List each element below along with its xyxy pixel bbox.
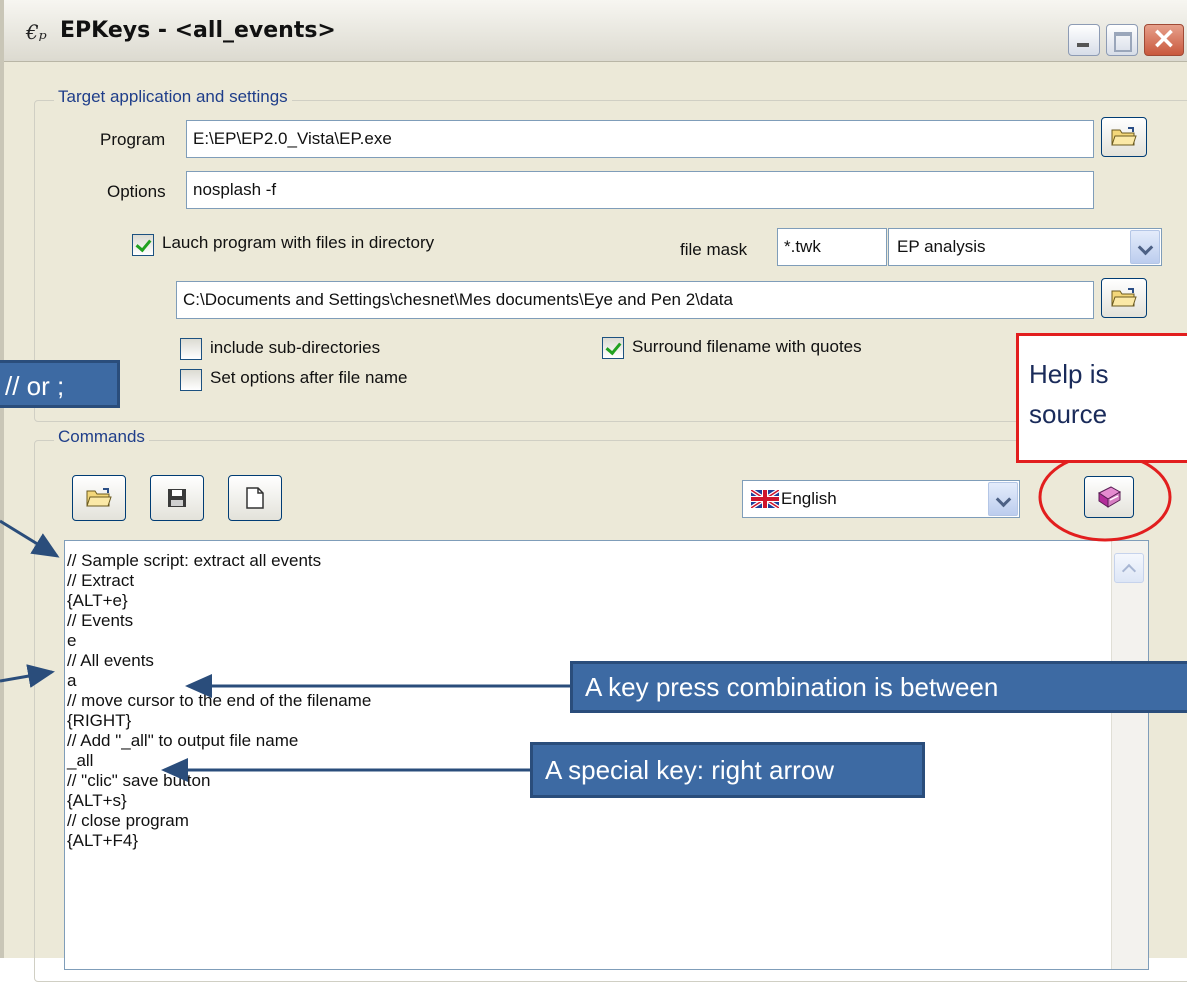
key-combination-callout: A key press combination is between	[570, 661, 1187, 713]
floppy-disk-icon	[168, 489, 186, 507]
scroll-up-button[interactable]	[1114, 553, 1144, 583]
set-options-after-filename-checkbox[interactable]	[180, 369, 202, 391]
script-line: // move cursor to the end of the filenam…	[67, 691, 372, 710]
script-line: // "clic" save button	[67, 771, 211, 790]
close-icon: ×	[1151, 21, 1177, 56]
script-line: {RIGHT}	[67, 711, 132, 730]
include-subdirectories-label: include sub-directories	[210, 338, 381, 357]
comment-marker-callout: // or ;	[0, 360, 120, 408]
include-subdirectories-checkbox[interactable]	[180, 338, 202, 360]
epkeys-window: €ₚ EPKeys - <all_events> × Target applic…	[0, 0, 1187, 982]
program-label: Program	[100, 130, 166, 149]
file-type-value: EP analysis	[897, 237, 986, 256]
commands-legend: Commands	[54, 427, 149, 447]
language-value: English	[781, 489, 837, 508]
window-title: EPKeys - <all_events>	[60, 18, 336, 43]
help-callout-line1: Help is	[1029, 359, 1109, 389]
launch-with-files-checkbox[interactable]	[132, 234, 154, 256]
script-line: a	[67, 671, 77, 690]
script-line: // close program	[67, 811, 189, 830]
file-type-select[interactable]: EP analysis	[888, 228, 1162, 266]
help-book-icon	[1098, 486, 1122, 508]
new-document-icon	[246, 487, 264, 509]
open-folder-icon	[86, 488, 112, 507]
new-script-button[interactable]	[228, 475, 282, 521]
title-bar[interactable]: €ₚ EPKeys - <all_events> ×	[4, 0, 1187, 62]
script-line: // Events	[67, 611, 134, 630]
editor-scrollbar[interactable]	[1111, 541, 1148, 969]
script-line: // Sample script: extract all events	[67, 551, 322, 570]
minimize-button[interactable]	[1068, 24, 1100, 56]
help-callout-line2: source	[1029, 399, 1108, 429]
app-icon: €ₚ	[26, 20, 47, 44]
browse-directory-button[interactable]	[1101, 278, 1147, 318]
key-combination-text: A key press combination is between	[585, 672, 999, 702]
open-folder-icon	[1111, 288, 1137, 307]
close-button[interactable]: ×	[1144, 24, 1184, 56]
open-folder-icon	[1111, 127, 1137, 146]
script-line: // Add "_all" to output file name	[67, 731, 299, 750]
file-mask-field[interactable]: *.twk	[777, 228, 887, 266]
save-script-button[interactable]	[150, 475, 204, 521]
script-line: // All events	[67, 651, 154, 670]
options-label: Options	[107, 182, 166, 201]
help-button[interactable]	[1084, 476, 1134, 518]
target-settings-legend: Target application and settings	[54, 87, 292, 107]
set-options-after-filename-label: Set options after file name	[210, 368, 408, 387]
surround-quotes-label: Surround filename with quotes	[632, 337, 862, 356]
script-lines: // Sample script: extract all events// E…	[67, 551, 371, 851]
script-line: _all	[67, 751, 94, 770]
special-key-callout: A special key: right arrow	[530, 742, 925, 798]
script-line: e	[67, 631, 77, 650]
script-line: {ALT+s}	[67, 791, 127, 810]
help-callout: Help is source	[1016, 333, 1187, 463]
directory-field[interactable]: C:\Documents and Settings\chesnet\Mes do…	[176, 281, 1094, 319]
script-line: {ALT+e}	[67, 591, 128, 610]
file-mask-label: file mask	[680, 240, 748, 259]
uk-flag-icon	[751, 490, 779, 508]
script-line: // Extract	[67, 571, 135, 590]
maximize-button[interactable]	[1106, 24, 1138, 56]
browse-program-button[interactable]	[1101, 117, 1147, 157]
options-field[interactable]: nosplash -f	[186, 171, 1094, 209]
open-script-button[interactable]	[72, 475, 126, 521]
script-line: {ALT+F4}	[67, 831, 139, 850]
chevron-down-icon[interactable]	[1130, 230, 1160, 264]
chevron-down-icon[interactable]	[988, 482, 1018, 516]
launch-with-files-label: Lauch program with files in directory	[162, 233, 435, 252]
special-key-text: A special key: right arrow	[545, 755, 835, 785]
program-field[interactable]: E:\EP\EP2.0_Vista\EP.exe	[186, 120, 1094, 158]
surround-quotes-checkbox[interactable]	[602, 337, 624, 359]
language-select[interactable]: English	[742, 480, 1020, 518]
comment-marker-text: // or ;	[5, 371, 65, 401]
